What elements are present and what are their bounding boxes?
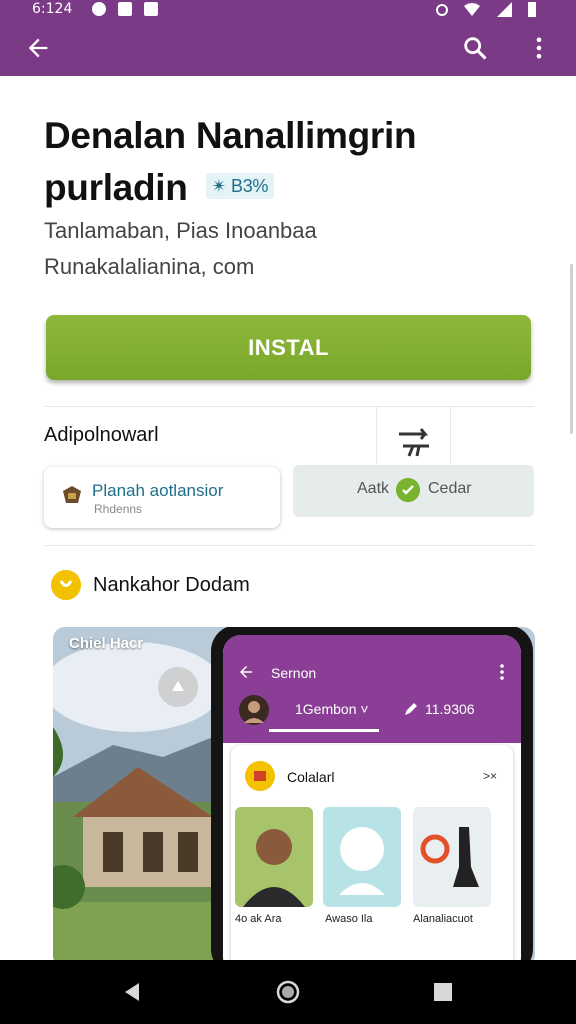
more-vert-icon	[500, 664, 504, 680]
phone-tab-right: 11.9306	[425, 701, 475, 717]
contact-card-right: Cedar	[428, 480, 472, 497]
app-title-line1: Denalan Nanallimgrin	[44, 115, 417, 156]
arrow-left-icon	[240, 666, 252, 678]
alarm-icon	[436, 4, 448, 16]
contact-card[interactable]: Aatk Cedar	[293, 465, 534, 517]
app-logo-icon	[63, 486, 81, 503]
app-bar	[0, 20, 576, 76]
divider	[44, 406, 534, 407]
notification-icon	[118, 2, 132, 16]
thumbnail	[413, 807, 491, 907]
app-detail-page: Denalan Nanallimgrin purladin ✴ B3% Tanl…	[0, 76, 576, 960]
divider	[450, 406, 451, 464]
developer-name[interactable]: Tanlamaban, Pias Inoanbaa	[44, 218, 317, 244]
notification-icon	[144, 2, 158, 16]
phone-screen: Sernon 1Gembon ˅ 11.9306 Colalarl >× 4o …	[223, 635, 521, 960]
battery-icon	[528, 2, 536, 17]
more-vert-icon[interactable]	[525, 34, 553, 62]
section-heading: Adipolnowarl	[44, 424, 159, 446]
phone-card-close: >×	[483, 769, 498, 783]
search-icon[interactable]	[461, 34, 489, 62]
card-logo-icon	[245, 761, 275, 791]
nav-back-icon[interactable]	[121, 980, 145, 1004]
phone-card-title: Colalarl	[287, 769, 335, 785]
scrollbar[interactable]	[570, 264, 573, 434]
thumbnail	[323, 807, 401, 907]
thumbnail-caption: Awaso Ila	[325, 913, 373, 925]
status-time: 6:124	[32, 1, 73, 17]
section-icon	[51, 570, 81, 600]
divider	[44, 545, 534, 546]
divider	[376, 406, 377, 464]
phone-tab-left: 1Gembon ˅	[295, 701, 369, 717]
contact-card-left: Aatk	[357, 480, 390, 497]
phone-card: Colalarl >× 4o ak Ara Awaso Ila Alanalia…	[231, 745, 513, 960]
link-card-title: Planah aotlansior	[92, 481, 224, 500]
arrow-left-icon[interactable]	[24, 34, 52, 62]
app-title: Denalan Nanallimgrin purladin ✴ B3%	[44, 110, 544, 214]
screenshot-preview[interactable]: Chiel Hacr Sernon 1Gembon ˅ 11.9306 Cola…	[53, 627, 535, 960]
system-nav-bar	[0, 960, 576, 1024]
app-title-line2: purladin	[44, 167, 188, 208]
nav-recents-icon[interactable]	[431, 980, 455, 1004]
screenshot-badge: Chiel Hacr	[69, 635, 144, 652]
rating-badge: ✴ B3%	[205, 173, 275, 200]
share-icon[interactable]	[395, 426, 433, 460]
install-button[interactable]: INSTAL	[46, 315, 531, 380]
wifi-icon	[464, 3, 480, 16]
thumbnail-caption: Alanaliacuot	[413, 913, 473, 925]
signal-icon	[497, 2, 512, 17]
link-card-subtitle: Rhdenns	[94, 502, 143, 516]
developer-website[interactable]: Runakalalianina, com	[44, 254, 254, 280]
section-title: Nankahor Dodam	[93, 574, 250, 596]
notification-icon	[92, 2, 106, 16]
phone-mockup: Sernon 1Gembon ˅ 11.9306 Colalarl >× 4o …	[211, 627, 533, 960]
thumbnail	[235, 807, 313, 907]
status-bar: 6:124	[0, 0, 576, 20]
pencil-icon	[405, 703, 417, 715]
nav-home-icon[interactable]	[276, 980, 300, 1004]
tab-indicator	[269, 729, 379, 732]
avatar	[239, 695, 269, 725]
phone-title: Sernon	[271, 665, 317, 681]
related-link-card[interactable]: Planah aotlansior Rhdenns	[44, 467, 280, 528]
play-icon[interactable]	[158, 667, 198, 707]
thumbnail-caption: 4o ak Ara	[235, 913, 282, 925]
chat-icon	[396, 478, 420, 502]
phone-app-bar: Sernon 1Gembon ˅ 11.9306	[223, 635, 521, 743]
